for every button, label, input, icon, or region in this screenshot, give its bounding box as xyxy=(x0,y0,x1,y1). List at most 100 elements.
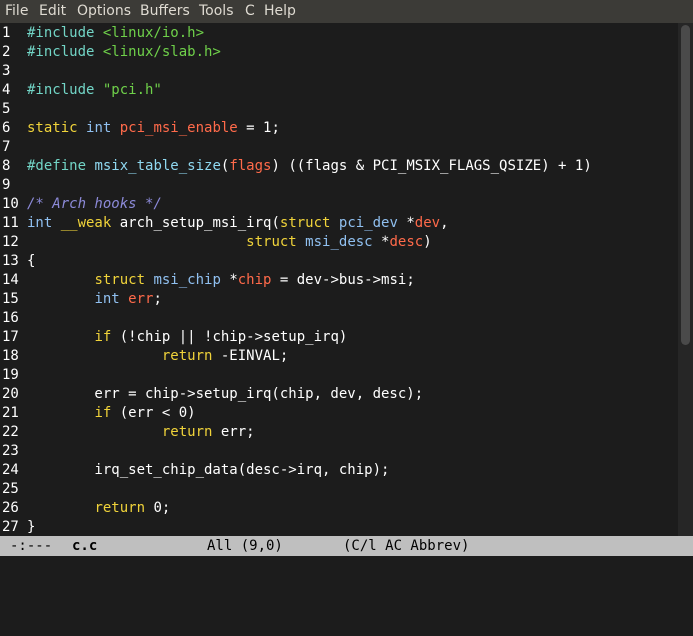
code-token: err = chip->setup_irq(chip, dev, desc); xyxy=(27,386,424,402)
code-token: #include xyxy=(27,44,103,60)
line-number: 1 xyxy=(2,25,11,41)
code-text: /* Arch hooks */ xyxy=(27,195,162,214)
code-token: static xyxy=(27,120,87,136)
code-text: struct msi_desc *desc) xyxy=(27,233,432,252)
modeline-position: All (9,0) xyxy=(207,538,283,554)
code-token: /* Arch hooks */ xyxy=(27,196,162,212)
code-token: ) xyxy=(423,234,432,250)
code-token: dev xyxy=(414,215,441,231)
code-token: msi_desc xyxy=(305,234,382,250)
code-token: return xyxy=(94,500,146,516)
modeline-status: -:--- xyxy=(10,538,53,554)
code-text: int __weak arch_setup_msi_irq(struct pci… xyxy=(27,214,449,233)
code-token: "pci.h" xyxy=(102,82,162,98)
code-token: (!chip || !chip->setup_irq) xyxy=(111,329,348,345)
code-token: ; xyxy=(153,291,162,307)
code-token: return xyxy=(161,348,213,364)
line-number: 22 xyxy=(2,424,19,440)
menu-file[interactable]: File xyxy=(5,3,28,19)
code-token: = 1; xyxy=(237,120,280,136)
menu-tools[interactable]: Tools xyxy=(199,3,234,19)
code-token: struct xyxy=(94,272,154,288)
code-token: #include xyxy=(27,82,103,98)
minibuffer[interactable] xyxy=(0,556,693,574)
code-token: int xyxy=(27,215,61,231)
modeline-buffer-name: c.c xyxy=(72,538,98,554)
line-number: 16 xyxy=(2,310,19,326)
modeline-modes: (C/l AC Abbrev) xyxy=(343,538,470,554)
line-number: 18 xyxy=(2,348,19,364)
line-number: 26 xyxy=(2,500,19,516)
code-token: * xyxy=(229,272,238,288)
line-number: 19 xyxy=(2,367,19,383)
code-token: pci_msi_enable xyxy=(119,120,238,136)
code-token: = dev->bus->msi; xyxy=(271,272,415,288)
line-number: 8 xyxy=(2,158,11,174)
code-token: msix_table_size xyxy=(94,158,221,174)
code-token: ) ((flags & PCI_MSIX_FLAGS_QSIZE) + 1) xyxy=(271,158,592,174)
code-text: struct msi_chip *chip = dev->bus->msi; xyxy=(27,271,415,290)
line-number: 27 xyxy=(2,519,19,535)
line-number: 5 xyxy=(2,101,11,117)
line-number: 10 xyxy=(2,196,19,212)
line-number: 25 xyxy=(2,481,19,497)
code-token: , xyxy=(440,215,449,231)
code-token: if xyxy=(94,329,112,345)
code-token: err; xyxy=(212,424,255,440)
code-token: msi_chip xyxy=(153,272,230,288)
code-token: <linux/io.h> xyxy=(102,25,205,41)
line-number: 23 xyxy=(2,443,19,459)
code-token: -EINVAL; xyxy=(212,348,289,364)
code-text: #include "pci.h" xyxy=(27,81,162,100)
code-token: <linux/slab.h> xyxy=(102,44,221,60)
code-token: #include xyxy=(27,25,103,41)
line-number: 24 xyxy=(2,462,19,478)
line-number: 17 xyxy=(2,329,19,345)
code-token: desc xyxy=(389,234,424,250)
line-number: 15 xyxy=(2,291,19,307)
code-token: } xyxy=(27,519,36,535)
code-token: (err < 0) xyxy=(111,405,196,421)
scrollbar-thumb[interactable] xyxy=(681,25,690,345)
line-number: 9 xyxy=(2,177,11,193)
line-number: 20 xyxy=(2,386,19,402)
code-editor[interactable]: 1 #include <linux/io.h> 2 #include <linux/s… xyxy=(0,23,678,536)
code-token: struct xyxy=(279,215,339,231)
line-number: 6 xyxy=(2,120,11,136)
line-number: 3 xyxy=(2,63,11,79)
code-token: pci_dev xyxy=(338,215,407,231)
menu-options[interactable]: Options xyxy=(77,3,131,19)
code-text: if (!chip || !chip->setup_irq) xyxy=(27,328,347,347)
line-number: 4 xyxy=(2,82,11,98)
menu-c[interactable]: C xyxy=(245,3,255,19)
code-token: int xyxy=(94,291,129,307)
code-text: return -EINVAL; xyxy=(27,347,288,366)
code-token: err xyxy=(128,291,154,307)
code-text: #include <linux/io.h> xyxy=(27,24,204,43)
menu-buffers[interactable]: Buffers xyxy=(140,3,190,19)
code-token: #define xyxy=(27,158,95,174)
code-text: static int pci_msi_enable = 1; xyxy=(27,119,280,138)
menu-help[interactable]: Help xyxy=(264,3,296,19)
code-text: } xyxy=(27,518,35,536)
vertical-scrollbar[interactable] xyxy=(678,23,693,536)
code-token: if xyxy=(94,405,112,421)
mode-line: -:--- c.c All (9,0) (C/l AC Abbrev) xyxy=(0,536,693,556)
code-token: int xyxy=(86,120,120,136)
menu-bar: File Edit Options Buffers Tools C Help xyxy=(0,0,693,23)
code-token: chip xyxy=(237,272,272,288)
menu-edit[interactable]: Edit xyxy=(39,3,66,19)
code-token: irq_set_chip_data(desc->irq, chip); xyxy=(27,462,390,478)
code-text: return 0; xyxy=(27,499,170,518)
code-text: if (err < 0) xyxy=(27,404,196,423)
code-text: int err; xyxy=(27,290,162,309)
code-token: { xyxy=(27,253,36,269)
